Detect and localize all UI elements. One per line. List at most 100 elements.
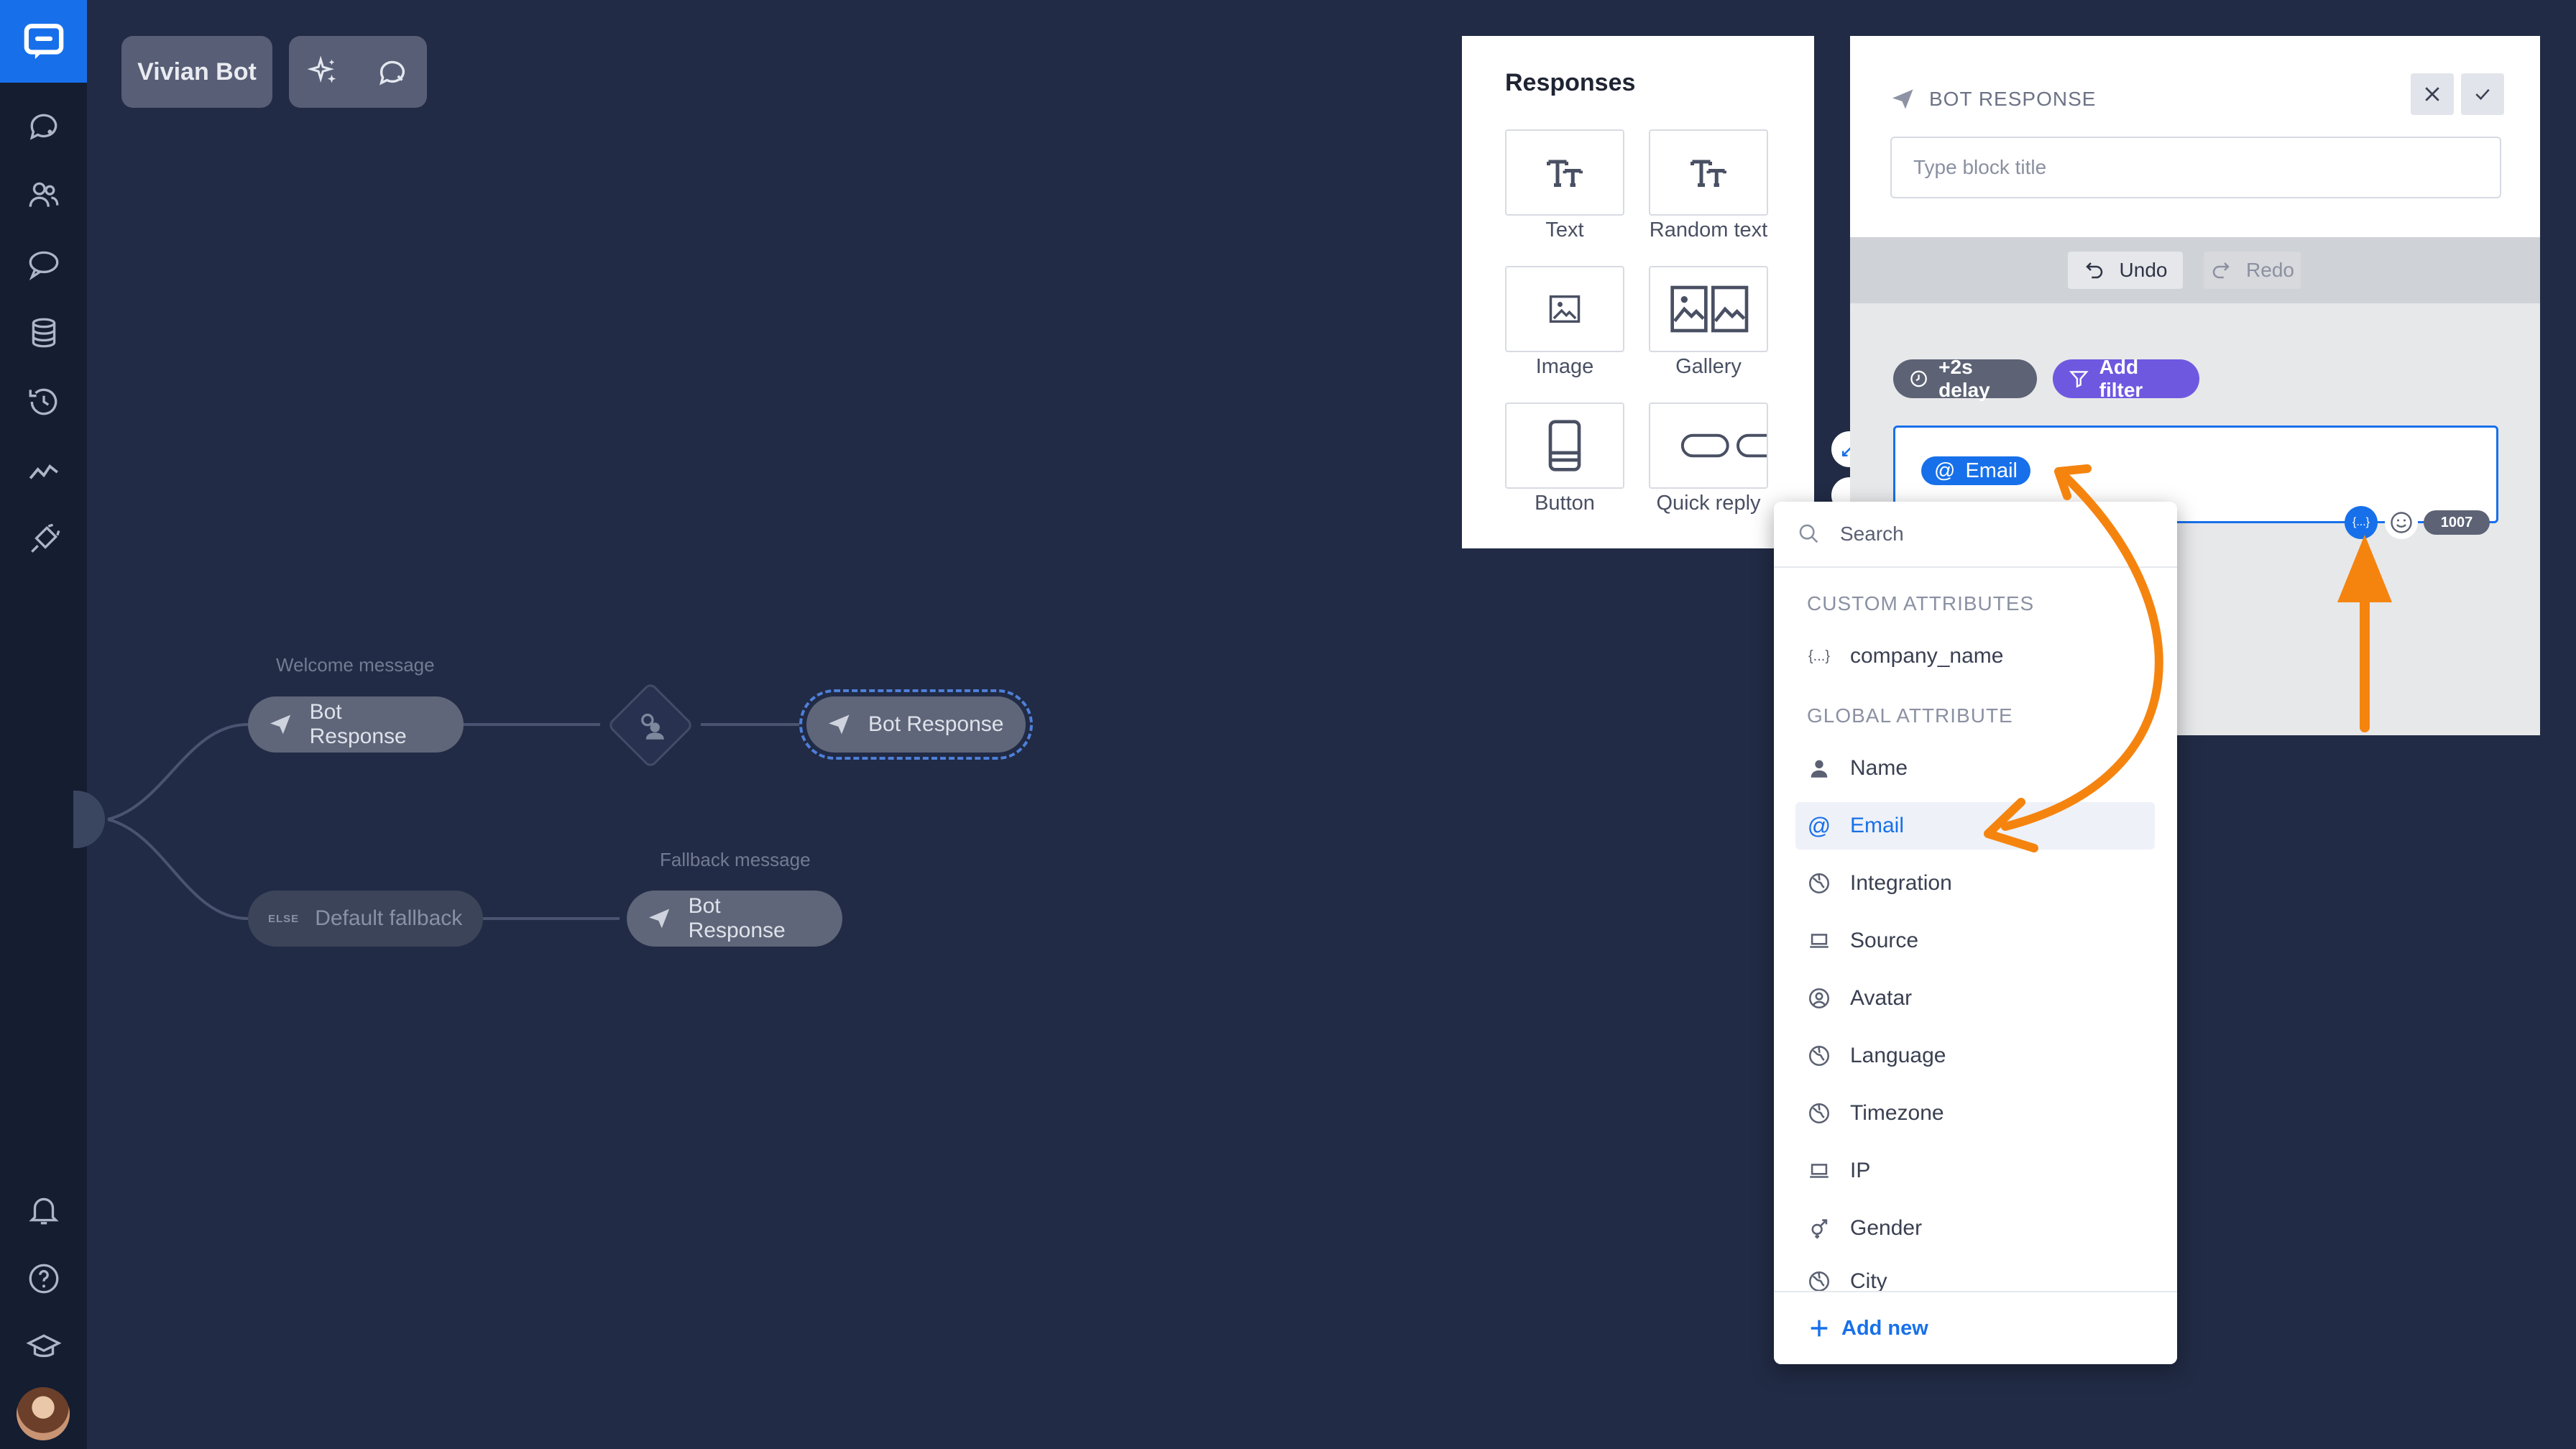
user-avatar[interactable] [17,1387,70,1440]
undo-icon [2085,262,2102,279]
attribute-label: Language [1850,1044,1946,1067]
attribute-label: Avatar [1850,986,1913,1010]
node-label: Bot Response [688,894,786,942]
add-filter-pill[interactable]: Add filter [2053,356,2199,401]
undo-button[interactable]: Undo [2068,252,2183,289]
responses-panel: Responses Text Random text Image Gallery… [1462,36,1814,548]
bot-response-node-selected[interactable]: Bot Response [799,689,1033,760]
editor-header: BOT RESPONSE [1929,88,2097,110]
attribute-item-email[interactable]: @ Email [1795,802,2155,850]
attribute-search[interactable]: Search [1774,502,2177,568]
attribute-label: company_name [1850,644,2004,668]
add-new-attribute-button[interactable]: Add new [1774,1291,2177,1364]
welcome-message-label: Welcome message [276,654,435,676]
attribute-label: Gender [1850,1216,1923,1240]
gender-icon [1811,1219,1828,1239]
node-label: Default fallback [315,906,463,930]
attribute-item-integration[interactable]: Integration [1795,860,2155,907]
quick-reply-response-tile[interactable] [1649,402,1768,489]
image-response-tile[interactable] [1505,266,1624,352]
gallery-icon [1670,285,1749,333]
button-icon [1548,420,1581,472]
block-title-placeholder: Type block title [1913,156,2047,178]
add-filter-label: Add filter [2099,356,2143,401]
attribute-dropdown: Search CUSTOM ATTRIBUTES {...} company_n… [1774,502,2177,1364]
laptop-icon [1810,1164,1828,1178]
help-icon[interactable] [22,1256,66,1301]
attribute-item-timezone[interactable]: Timezone [1795,1090,2155,1137]
bot-response-node[interactable]: Bot Response [248,696,464,753]
attribute-label: IP [1850,1159,1871,1182]
node-label: Bot Response [309,700,407,748]
redo-label: Redo [2246,259,2294,281]
send-icon [270,714,291,735]
send-icon [648,908,670,929]
filter-icon [2069,371,2089,388]
delay-label: +2s delay [1938,356,1990,401]
globe-icon [1808,873,1830,894]
send-icon [829,714,850,735]
gallery-response-tile[interactable] [1649,266,1768,352]
attribute-label: Name [1850,756,1908,780]
globe-icon [1808,1103,1830,1124]
attribute-item-city[interactable]: City [1795,1262,2155,1294]
attribute-label: Integration [1850,871,1952,895]
email-tag-label: Email [1965,459,2018,482]
send-icon [1892,89,1913,109]
attribute-item-ip[interactable]: IP [1795,1147,2155,1195]
attribute-item-language[interactable]: Language [1795,1032,2155,1080]
custom-attributes-heading: CUSTOM ATTRIBUTES [1807,592,2035,615]
close-icon [2425,87,2439,101]
responses-title: Responses [1505,69,1636,96]
academy-icon[interactable] [22,1325,66,1370]
else-tag: ELSE [268,912,300,925]
quick-reply-response-label: Quick reply [1656,492,1761,515]
image-icon [1549,295,1581,323]
redo-button[interactable]: Redo [2204,252,2301,289]
bot-response-node[interactable]: Bot Response [627,891,842,947]
insert-attribute-button[interactable]: {...} [2345,506,2378,539]
undo-redo-bar: Undo Redo [1850,237,2540,303]
at-icon: @ [1807,812,1831,839]
attribute-label: Email [1850,814,1905,837]
globe-icon [1808,1045,1830,1067]
undo-label: Undo [2119,259,2168,281]
emoji-button[interactable] [2385,506,2418,539]
redo-icon [2212,262,2230,279]
close-button[interactable] [2411,73,2454,115]
block-title-input[interactable]: Type block title [1890,137,2501,198]
plus-icon [1811,1320,1828,1337]
quick-reply-icon [1680,433,1767,458]
email-attribute-tag[interactable]: @ Email [1921,456,2030,485]
globe-icon [1808,1271,1830,1292]
laptop-icon [1810,934,1828,948]
character-counter: 1007 [2424,510,2490,535]
confirm-button[interactable] [2461,73,2504,115]
attribute-item-company-name[interactable]: {...} company_name [1795,632,2155,680]
attribute-item-name[interactable]: Name [1795,745,2155,792]
at-icon: @ [1934,459,1956,482]
fallback-message-label: Fallback message [660,849,811,870]
attribute-label: Timezone [1850,1101,1944,1125]
add-new-label: Add new [1841,1316,1928,1340]
random-text-response-label: Random text [1649,218,1768,242]
user-condition-icon [641,713,664,740]
default-fallback-node[interactable]: ELSE Default fallback [248,891,483,947]
attribute-item-source[interactable]: Source [1795,917,2155,965]
attribute-item-gender[interactable]: Gender [1795,1205,2155,1252]
search-icon [1799,524,1818,543]
random-text-response-tile[interactable] [1649,129,1768,216]
braces-icon: {...} [1808,648,1831,664]
button-response-label: Button [1535,492,1595,515]
text-response-tile[interactable] [1505,129,1624,216]
text-icon [1547,160,1583,187]
button-response-tile[interactable] [1505,402,1624,489]
random-text-icon [1690,160,1726,187]
image-response-label: Image [1535,355,1594,378]
notifications-icon[interactable] [22,1187,66,1232]
attribute-item-avatar[interactable]: Avatar [1795,975,2155,1022]
gallery-response-label: Gallery [1675,355,1742,378]
character-count: 1007 [2440,514,2473,530]
attribute-label: City [1850,1269,1887,1293]
delay-pill[interactable]: +2s delay [1893,356,2037,401]
